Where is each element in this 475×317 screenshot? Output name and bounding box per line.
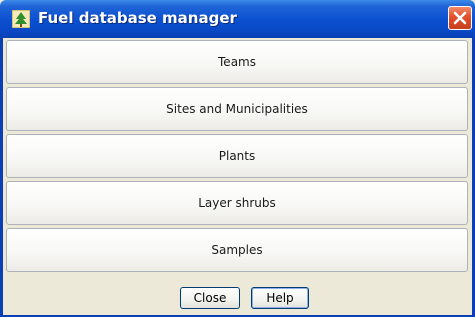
teams-button[interactable]: Teams: [6, 40, 468, 84]
menu-panel: Teams Sites and Municipalities Plants La…: [3, 38, 472, 315]
layer-shrubs-button[interactable]: Layer shrubs: [6, 181, 468, 225]
button-bar: Close Help: [3, 275, 472, 315]
samples-button[interactable]: Samples: [6, 228, 468, 272]
tree-icon: [12, 10, 30, 28]
title-bar[interactable]: Fuel database manager: [0, 0, 475, 38]
window-title: Fuel database manager: [38, 9, 237, 27]
close-icon[interactable]: [448, 6, 472, 30]
fuel-database-manager-window: Fuel database manager Teams Sites and Mu…: [0, 0, 475, 317]
sites-and-municipalities-button[interactable]: Sites and Municipalities: [6, 87, 468, 131]
help-button[interactable]: Help: [251, 287, 309, 309]
close-button[interactable]: Close: [180, 287, 240, 309]
plants-button[interactable]: Plants: [6, 134, 468, 178]
